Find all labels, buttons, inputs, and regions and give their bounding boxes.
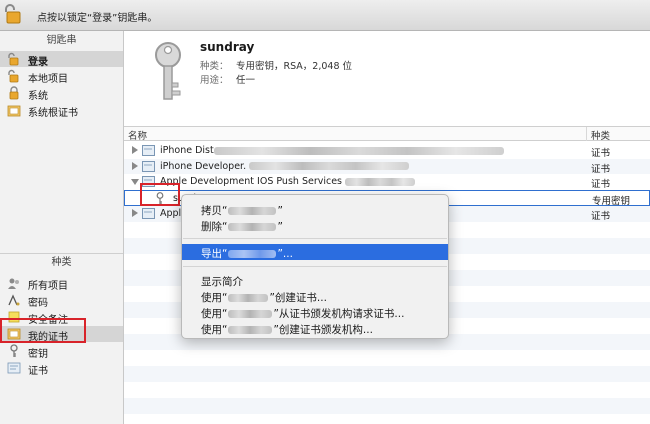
menu-item-label: 使用“ ”创建证书颁发机构... <box>201 324 373 336</box>
menu-item-copy[interactable]: 拷贝“” <box>182 201 448 217</box>
item-kind-label: 种类： <box>200 61 229 72</box>
password-icon <box>8 294 20 306</box>
disclosure-triangle-icon[interactable] <box>132 161 138 170</box>
table-row-empty <box>124 382 650 398</box>
certificate-icon <box>142 145 155 156</box>
item-name: sundray <box>200 40 255 54</box>
redacted-text <box>228 294 269 302</box>
menu-item-create-certificate[interactable]: 使用“ ”创建证书... <box>182 288 448 304</box>
menu-item-label: 显示简介 <box>201 276 243 288</box>
row-kind: 专用密钥 <box>592 196 631 207</box>
row-kind: 证书 <box>591 163 611 175</box>
row-kind: 证书 <box>591 179 611 190</box>
sidebar-item-label: 系统根证书 <box>28 108 78 119</box>
sidebar-item-label: 系统 <box>28 91 48 102</box>
menu-item-get-info[interactable]: 显示简介 <box>182 272 448 288</box>
table-row[interactable]: Apple Development IOS Push Services 证书 <box>124 174 650 190</box>
table-row-empty <box>124 350 650 366</box>
sidebar: 钥匙串 登录 本地项目 系统 系统根证书 种类 所有项目 密码 安全备注 我的证… <box>0 31 124 424</box>
menu-item-label: 删除“” <box>201 221 283 233</box>
lock-hint-text[interactable]: 点按以锁定“登录”钥匙串。 <box>37 9 157 24</box>
disclosure-triangle-icon[interactable] <box>132 209 138 217</box>
disclosure-triangle-open-icon[interactable] <box>131 179 139 185</box>
redacted-text <box>213 146 504 155</box>
row-name: iPhone Dist <box>160 145 504 156</box>
annotation-box-my-certificates <box>0 318 86 343</box>
sidebar-item-system-roots[interactable]: 系统根证书 <box>0 102 123 119</box>
disclosure-triangle-icon[interactable] <box>132 146 138 154</box>
row-name: Apple Development IOS Push Services <box>160 176 416 187</box>
sidebar-item-all-items[interactable]: 所有项目 <box>0 275 123 292</box>
people-icon <box>8 278 19 289</box>
table-header: 名称 种类 <box>124 126 650 142</box>
menu-item-label: 拷贝“” <box>201 205 283 217</box>
table-row-empty <box>124 366 650 382</box>
sidebar-item-login[interactable]: 登录 <box>0 51 123 68</box>
menu-item-create-ca[interactable]: 使用“ ”创建证书颁发机构... <box>182 320 448 336</box>
unlocked-padlock-icon <box>8 69 19 83</box>
menu-separator <box>183 266 447 267</box>
table-row-empty <box>124 398 650 414</box>
sidebar-item-system[interactable]: 系统 <box>0 85 123 102</box>
item-usage-row: 用途： 任一 <box>200 72 255 86</box>
sidebar-item-label: 证书 <box>28 366 48 377</box>
sidebar-divider <box>0 253 123 254</box>
item-info-pane: sundray 种类： 专用密钥，RSA，2,048 位 用途： 任一 <box>124 31 650 126</box>
redacted-text <box>345 177 416 186</box>
item-usage-value: 任一 <box>236 75 256 86</box>
item-kind-value: 专用密钥，RSA，2,048 位 <box>236 61 353 72</box>
certificate-folder-icon <box>7 105 21 117</box>
redacted-text <box>228 223 277 231</box>
unlocked-padlock-icon[interactable] <box>3 3 25 25</box>
categories-header: 种类 <box>51 257 72 268</box>
menu-separator <box>183 238 447 239</box>
sidebar-item-label: 本地项目 <box>28 74 68 85</box>
column-separator[interactable] <box>586 127 587 141</box>
sidebar-item-label: 密码 <box>28 298 48 309</box>
certificate-icon <box>142 208 155 219</box>
item-kind-row: 种类： 专用密钥，RSA，2,048 位 <box>200 58 352 72</box>
menu-item-request-certificate[interactable]: 使用“ ”从证书颁发机构请求证书... <box>182 304 448 320</box>
redacted-text <box>228 326 273 334</box>
menu-item-label: 导出“”... <box>201 248 293 260</box>
redacted-text <box>228 250 277 258</box>
unlocked-padlock-icon <box>8 52 19 66</box>
sidebar-item-label: 登录 <box>28 57 48 68</box>
redacted-text <box>228 310 273 318</box>
menu-item-label: 使用“ ”创建证书... <box>201 292 327 304</box>
sidebar-item-passwords[interactable]: 密码 <box>0 292 123 309</box>
menu-item-label: 使用“ ”从证书颁发机构请求证书... <box>201 308 405 320</box>
item-usage-label: 用途： <box>200 75 229 86</box>
certificate-icon <box>7 362 21 374</box>
toolbar: 点按以锁定“登录”钥匙串。 <box>0 0 650 31</box>
locked-padlock-icon <box>9 86 19 100</box>
sidebar-item-keys[interactable]: 密钥 <box>0 343 123 360</box>
context-menu: 拷贝“” 删除“” 导出“”... 显示简介 使用“ ”创建证书... 使用“ ”从… <box>181 194 449 339</box>
table-row[interactable]: iPhone Dist 证书 <box>124 143 650 159</box>
sidebar-item-label: 所有项目 <box>28 281 68 292</box>
certificate-icon <box>142 160 155 172</box>
sidebar-item-local-items[interactable]: 本地项目 <box>0 68 123 85</box>
redacted-text <box>228 207 277 215</box>
table-row[interactable]: iPhone Developer. 证书 <box>124 158 650 175</box>
menu-item-delete[interactable]: 删除“” <box>182 217 448 233</box>
row-name: iPhone Developer. <box>160 161 410 172</box>
sidebar-item-label: 密钥 <box>28 349 48 360</box>
key-icon <box>155 42 181 100</box>
row-kind: 证书 <box>591 148 611 159</box>
sidebar-item-certificates[interactable]: 证书 <box>0 360 123 377</box>
menu-item-export[interactable]: 导出“”... <box>182 244 448 260</box>
row-kind: 证书 <box>591 211 611 222</box>
redacted-text <box>249 162 410 170</box>
annotation-box-key <box>140 183 180 206</box>
key-icon <box>10 344 18 357</box>
column-header-kind[interactable]: 种类 <box>591 128 610 142</box>
column-header-name[interactable]: 名称 <box>128 128 147 142</box>
keychains-header: 钥匙串 <box>46 35 77 46</box>
